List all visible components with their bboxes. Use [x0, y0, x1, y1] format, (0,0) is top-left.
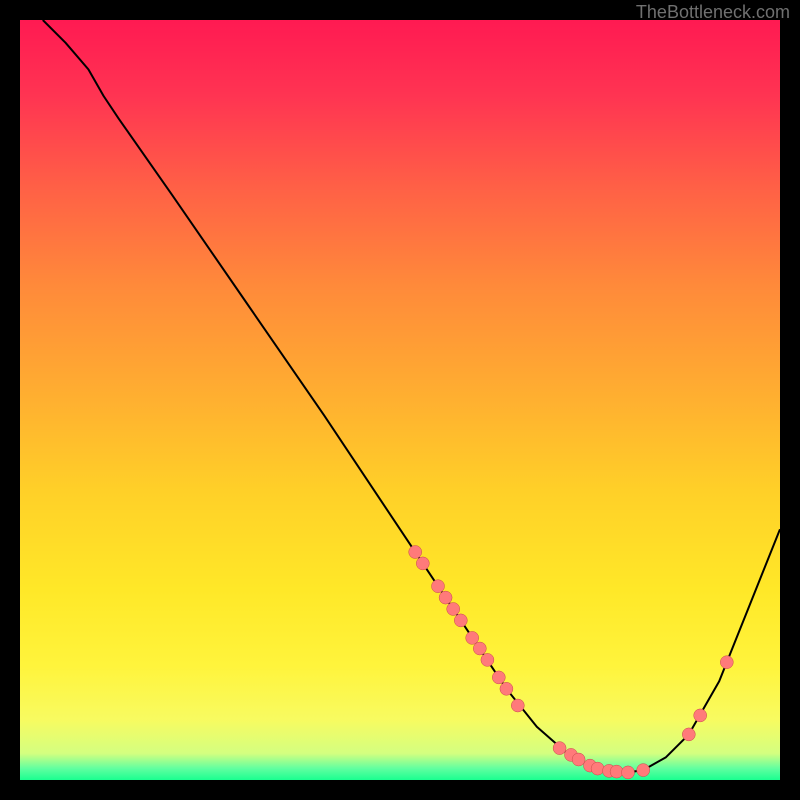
- data-point: [591, 762, 604, 775]
- plot-area: [20, 20, 780, 780]
- chart-container: TheBottleneck.com: [0, 0, 800, 800]
- data-point: [637, 764, 650, 777]
- data-point: [439, 591, 452, 604]
- attribution-text: TheBottleneck.com: [636, 2, 790, 23]
- data-point: [492, 671, 505, 684]
- data-point: [481, 653, 494, 666]
- data-point: [720, 656, 733, 669]
- data-point: [432, 580, 445, 593]
- data-point: [572, 753, 585, 766]
- curve-layer: [20, 20, 780, 780]
- data-point: [553, 742, 566, 755]
- data-point: [466, 631, 479, 644]
- data-point: [682, 728, 695, 741]
- data-point: [473, 642, 486, 655]
- data-point: [511, 699, 524, 712]
- data-point: [622, 766, 635, 779]
- data-point: [500, 682, 513, 695]
- data-point: [447, 603, 460, 616]
- bottleneck-curve: [43, 20, 780, 772]
- data-point: [694, 709, 707, 722]
- data-point: [454, 614, 467, 627]
- data-point: [416, 557, 429, 570]
- data-point: [610, 765, 623, 778]
- data-point: [409, 546, 422, 559]
